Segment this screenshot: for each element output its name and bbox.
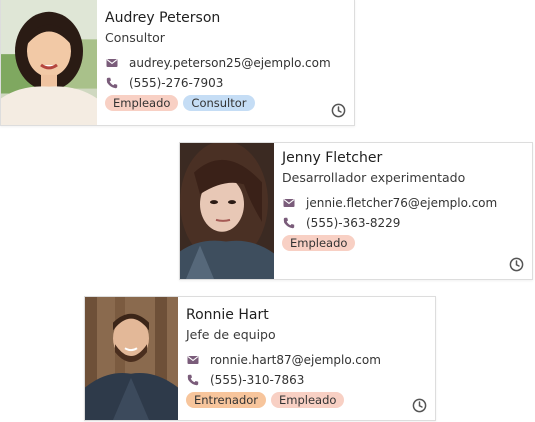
tag-badge: Consultor bbox=[183, 95, 255, 111]
clock-icon[interactable] bbox=[331, 103, 346, 118]
contact-role: Consultor bbox=[105, 30, 165, 45]
contact-card[interactable]: Jenny Fletcher Desarrollador experimenta… bbox=[179, 142, 533, 280]
contact-email[interactable]: audrey.peterson25@ejemplo.com bbox=[129, 56, 331, 70]
contact-kanban: Audrey Peterson Consultor audrey.peterso… bbox=[0, 0, 535, 422]
clock-icon[interactable] bbox=[509, 257, 524, 272]
contact-tags: Empleado Consultor bbox=[105, 95, 346, 111]
contact-email-row: audrey.peterson25@ejemplo.com bbox=[105, 53, 346, 73]
contact-info: Ronnie Hart Jefe de equipo ronnie.hart87… bbox=[178, 297, 435, 420]
contact-email[interactable]: jennie.fletcher76@ejemplo.com bbox=[306, 196, 497, 210]
contact-name[interactable]: Jenny Fletcher bbox=[282, 149, 524, 167]
tag-badge: Empleado bbox=[105, 95, 179, 111]
contact-info: Audrey Peterson Consultor audrey.peterso… bbox=[97, 0, 354, 125]
contact-role: Desarrollador experimentado bbox=[282, 170, 466, 185]
contact-phone[interactable]: (555)-310-7863 bbox=[210, 373, 304, 387]
tag-badge: Entrenador bbox=[186, 392, 267, 408]
contact-name[interactable]: Audrey Peterson bbox=[105, 9, 346, 27]
clock-icon[interactable] bbox=[412, 398, 427, 413]
contact-card[interactable]: Audrey Peterson Consultor audrey.peterso… bbox=[0, 0, 355, 126]
contact-phone-row: (555)-310-7863 bbox=[186, 370, 427, 390]
contact-card[interactable]: Ronnie Hart Jefe de equipo ronnie.hart87… bbox=[84, 296, 436, 421]
contact-email-row: jennie.fletcher76@ejemplo.com bbox=[282, 193, 524, 213]
contact-photo bbox=[1, 0, 97, 125]
contact-phone-row: (555)-363-8229 bbox=[282, 213, 524, 233]
contact-email-row: ronnie.hart87@ejemplo.com bbox=[186, 350, 427, 370]
tag-badge: Empleado bbox=[271, 392, 345, 408]
contact-name[interactable]: Ronnie Hart bbox=[186, 306, 427, 324]
contact-role: Jefe de equipo bbox=[186, 327, 276, 342]
contact-info: Jenny Fletcher Desarrollador experimenta… bbox=[274, 143, 532, 279]
contact-tags: Entrenador Empleado bbox=[186, 392, 427, 408]
phone-icon bbox=[282, 217, 295, 230]
contact-photo bbox=[85, 297, 178, 420]
envelope-icon bbox=[105, 57, 118, 70]
phone-icon bbox=[186, 374, 199, 387]
envelope-icon bbox=[186, 354, 199, 367]
contact-tags: Empleado bbox=[282, 235, 524, 251]
contact-email[interactable]: ronnie.hart87@ejemplo.com bbox=[210, 353, 381, 367]
contact-phone[interactable]: (555)-276-7903 bbox=[129, 76, 223, 90]
contact-phone-row: (555)-276-7903 bbox=[105, 73, 346, 93]
phone-icon bbox=[105, 77, 118, 90]
tag-badge: Empleado bbox=[282, 235, 356, 251]
contact-phone[interactable]: (555)-363-8229 bbox=[306, 216, 400, 230]
envelope-icon bbox=[282, 197, 295, 210]
contact-photo bbox=[180, 143, 274, 279]
